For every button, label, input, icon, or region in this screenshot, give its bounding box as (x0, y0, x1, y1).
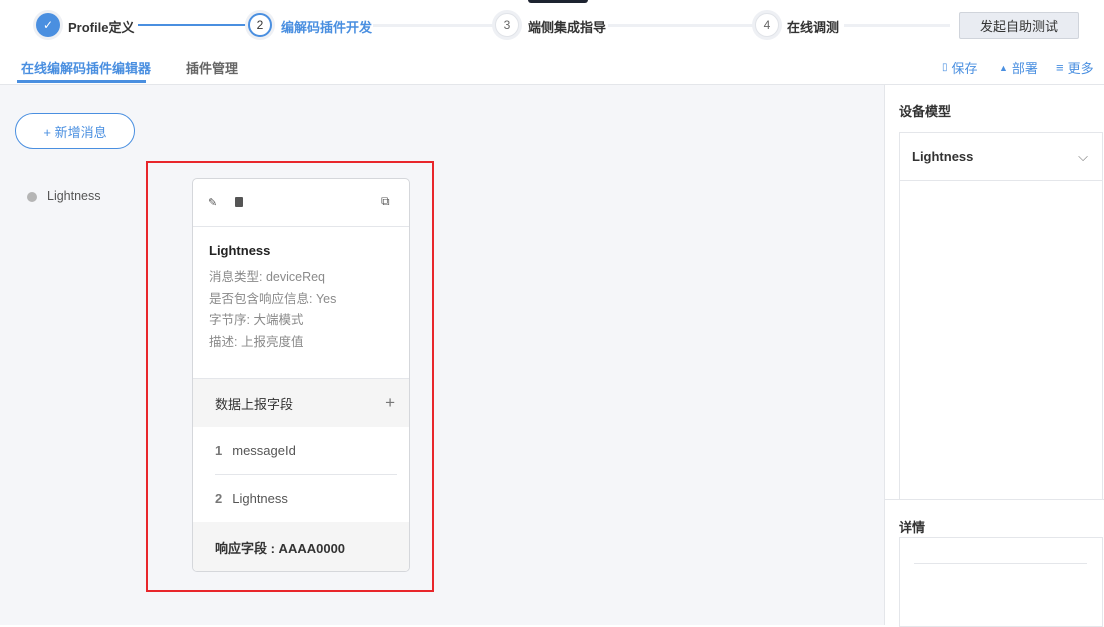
step-4-circle: 4 (755, 13, 779, 37)
divider (914, 563, 1087, 564)
message-dot-icon (27, 192, 37, 202)
detail-box (899, 537, 1103, 627)
detail-title: 详情 (899, 520, 926, 535)
step-connector (608, 24, 754, 27)
step-connector (138, 24, 250, 26)
more-label: 更多 (1067, 61, 1094, 76)
select-value: Lightness (912, 149, 974, 164)
divider (884, 499, 1104, 500)
device-model-box (899, 132, 1103, 500)
step-4-label[interactable]: 在线调测 (787, 17, 839, 36)
deploy-button[interactable]: ▲ 部署 (999, 58, 1038, 77)
step-1-label[interactable]: Profile定义 (68, 17, 134, 36)
deploy-label: 部署 (1011, 61, 1038, 76)
save-icon: ▯ (942, 62, 948, 73)
device-model-select[interactable]: Lightness ⌵ (900, 133, 1102, 181)
device-model-title: 设备模型 (899, 104, 952, 119)
step-2-label[interactable]: 编解码插件开发 (281, 17, 372, 36)
step-1-check-icon: ✓ (36, 13, 60, 37)
tab-plugin-management[interactable]: 插件管理 (186, 58, 238, 77)
step-3-label[interactable]: 端侧集成指导 (528, 17, 606, 36)
editor-canvas (0, 84, 884, 625)
save-button[interactable]: ▯ 保存 (942, 58, 978, 77)
save-label: 保存 (951, 61, 978, 76)
more-button[interactable]: ≡ 更多 (1056, 58, 1094, 77)
chevron-down-icon: ⌵ (1078, 148, 1088, 164)
step-connector (373, 24, 495, 27)
active-tab-indicator (17, 80, 146, 83)
step-3-circle: 3 (495, 13, 519, 37)
tab-online-editor[interactable]: 在线编解码插件编辑器 (21, 58, 151, 77)
step-2-circle: 2 (248, 13, 272, 37)
highlight-box (146, 161, 434, 592)
menu-icon: ≡ (1056, 60, 1064, 75)
tooltip-edge (528, 0, 588, 3)
step-connector-arrow (844, 24, 950, 27)
deploy-icon: ▲ (999, 62, 1008, 73)
self-test-button[interactable]: 发起自助测试 (959, 12, 1079, 39)
message-list-item[interactable]: Lightness (47, 189, 101, 203)
add-message-button[interactable]: + 新增消息 (15, 113, 135, 149)
